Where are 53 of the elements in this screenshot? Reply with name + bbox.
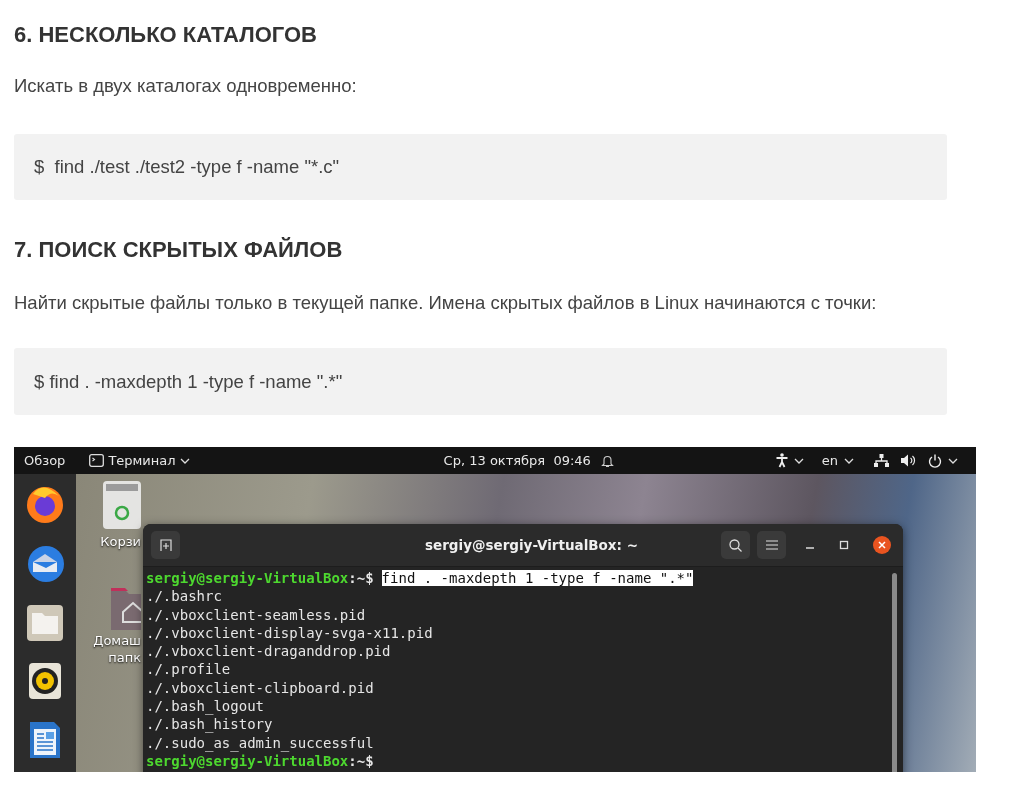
home-folder-icon[interactable] xyxy=(111,586,141,630)
output-line: ./.vboxclient-display-svga-x11.pid xyxy=(146,624,433,641)
speaker-icon[interactable] xyxy=(28,662,62,700)
output-line: ./.sudo_as_admin_successful xyxy=(146,734,374,751)
close-icon[interactable] xyxy=(873,536,891,554)
new-tab-icon xyxy=(159,539,172,551)
terminal-icon xyxy=(89,454,105,467)
alarm-icon xyxy=(600,453,614,468)
chevron-icon[interactable] xyxy=(793,457,804,464)
document-icon[interactable] xyxy=(28,720,62,760)
app-menu[interactable]: Терминал xyxy=(89,453,190,468)
section-heading: 7. ПОИСК СКРЫТЫХ ФАЙЛОВ xyxy=(14,236,343,264)
folder-icon[interactable] xyxy=(26,604,64,642)
chevron-icon xyxy=(179,457,190,464)
mail-icon[interactable] xyxy=(25,544,65,584)
desktop-icon-label: Корзи xyxy=(100,533,141,550)
output-line: ./.bash_logout xyxy=(146,698,264,715)
clock[interactable]: Ср, 13 октября 09:46 xyxy=(443,453,591,468)
chevron-icon[interactable] xyxy=(948,457,958,464)
output-line: ./.vboxclient-seamless.pid xyxy=(146,606,366,623)
keyboard-layout-menu[interactable]: en xyxy=(821,453,838,468)
activities-button[interactable]: Обзор xyxy=(24,453,66,468)
prompt-user: sergiy@sergiy-VirtualBox xyxy=(146,570,349,586)
prompt-symbol: :~$ xyxy=(348,570,374,586)
volume-icon[interactable] xyxy=(901,454,916,467)
browser-icon[interactable] xyxy=(25,484,65,524)
paragraph: Найти скрытые файлы только в текущей папке. Имена скрытых файлов в Linux начинаются с точки: xyxy=(14,291,878,315)
menu-icon xyxy=(765,540,778,550)
window-title: sergiy@sergiy-VirtualBox: ~ xyxy=(424,537,639,553)
output-line: ./.bash_history xyxy=(146,716,273,733)
desktop-icon-label: папк xyxy=(108,649,141,666)
prompt-user: sergiy@sergiy-VirtualBox xyxy=(146,752,349,769)
output-line: ./.bashrc xyxy=(146,588,222,605)
desktop-icon-label: Домаш xyxy=(93,632,141,649)
power-icon[interactable] xyxy=(928,453,942,468)
output-line: ./.profile xyxy=(146,661,231,678)
output-line: ./.vboxclient-clipboard.pid xyxy=(146,679,374,696)
scrollbar[interactable] xyxy=(892,573,897,772)
section-heading: 6. НЕСКОЛЬКО КАТАЛОГОВ xyxy=(14,21,317,49)
network-icon[interactable] xyxy=(874,454,889,467)
prompt-symbol: :~$ xyxy=(348,752,374,769)
menu-button[interactable] xyxy=(757,531,786,559)
chevron-icon[interactable] xyxy=(844,457,854,464)
maximize-icon[interactable] xyxy=(839,540,849,550)
new-tab-button[interactable] xyxy=(151,531,180,559)
code-block: $ find . -maxdepth 1 -type f -name ".*" xyxy=(14,348,947,415)
command-text: find . -maxdepth 1 -type f -name ".*" xyxy=(381,570,694,586)
paragraph: Искать в двух каталогах одновременно: xyxy=(14,74,357,98)
search-button[interactable] xyxy=(721,531,750,559)
search-icon xyxy=(729,538,742,552)
code-block: $ find ./test ./test2 -type f -name "*.c" xyxy=(14,134,947,200)
output-line: ./.vboxclient-draganddrop.pid xyxy=(146,643,391,660)
accessibility-icon[interactable] xyxy=(775,453,788,468)
